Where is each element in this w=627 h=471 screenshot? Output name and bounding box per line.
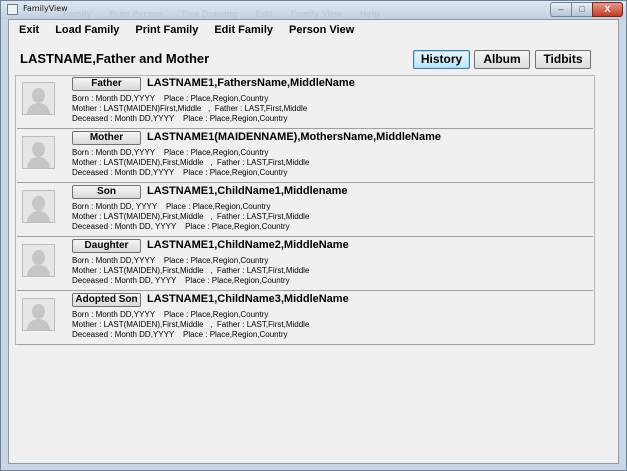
avatar-placeholder-icon[interactable]: [22, 190, 55, 223]
avatar-placeholder-icon[interactable]: [22, 298, 55, 331]
title-bar[interactable]: FamilyView Family Print Person Tree Draw…: [1, 1, 626, 19]
role-button-daughter[interactable]: Daughter: [72, 239, 141, 253]
role-button-mother[interactable]: Mother: [72, 131, 141, 145]
maximize-button[interactable]: □: [571, 2, 593, 17]
menu-person-view[interactable]: Person View: [281, 20, 362, 40]
minimize-button[interactable]: –: [550, 2, 572, 17]
ghost-menu-item: Family View: [290, 9, 342, 19]
born-info: Born : Month DD,YYYY Place : Place,Regio…: [72, 256, 269, 265]
ghost-menu-item: Edit: [255, 9, 273, 19]
person-row-daughter: Daughter LASTNAME1,ChildName2,MiddleName…: [17, 238, 593, 291]
born-info: Born : Month DD,YYYY Place : Place,Regio…: [72, 94, 269, 103]
person-row-son: Son LASTNAME1,ChildName1,Middlename Born…: [17, 184, 593, 237]
people-list: Father LASTNAME1,FathersName,MiddleName …: [15, 75, 595, 345]
person-row-mother: Mother LASTNAME1(MAIDENNAME),MothersName…: [17, 130, 593, 183]
album-button[interactable]: Album: [474, 50, 530, 69]
ghost-menu-item: Family: [63, 9, 92, 19]
menu-edit-family[interactable]: Edit Family: [206, 20, 281, 40]
client-area: Exit Load Family Print Family Edit Famil…: [8, 19, 619, 464]
family-title: LASTNAME,Father and Mother: [20, 51, 210, 66]
menu-load-family[interactable]: Load Family: [47, 20, 127, 40]
deceased-info: Deceased : Month DD, YYYY Place : Place,…: [72, 276, 290, 285]
born-info: Born : Month DD,YYYY Place : Place,Regio…: [72, 310, 269, 319]
role-button-son[interactable]: Son: [72, 185, 141, 199]
person-name: LASTNAME1,ChildName2,MiddleName: [147, 239, 349, 251]
person-row-father: Father LASTNAME1,FathersName,MiddleName …: [17, 76, 593, 129]
deceased-info: Deceased : Month DD,YYYY Place : Place,R…: [72, 330, 288, 339]
app-icon: [7, 4, 18, 15]
parents-info: Mother : LAST(MAIDEN),First,Middle , Fat…: [72, 212, 310, 221]
ghost-menu-item: Print Person: [109, 9, 164, 19]
avatar-placeholder-icon[interactable]: [22, 244, 55, 277]
app-window: FamilyView Family Print Person Tree Draw…: [0, 0, 627, 471]
menu-bar: Exit Load Family Print Family Edit Famil…: [9, 20, 362, 40]
person-name: LASTNAME1,FathersName,MiddleName: [147, 77, 355, 89]
close-button[interactable]: X: [592, 2, 623, 17]
history-button[interactable]: History: [413, 50, 470, 69]
person-name: LASTNAME1,ChildName1,Middlename: [147, 185, 348, 197]
avatar-placeholder-icon[interactable]: [22, 136, 55, 169]
window-title: FamilyView: [23, 4, 68, 13]
avatar-placeholder-icon[interactable]: [22, 82, 55, 115]
ghost-menu: Family Print Person Tree Drawing Edit Fa…: [63, 9, 379, 19]
menu-print-family[interactable]: Print Family: [127, 20, 206, 40]
born-info: Born : Month DD, YYYY Place : Place,Regi…: [72, 202, 271, 211]
deceased-info: Deceased : Month DD,YYYY Place : Place,R…: [72, 168, 288, 177]
person-row-adopted-son: Adopted Son LASTNAME1,ChildName3,MiddleN…: [17, 292, 593, 345]
parents-info: Mother : LAST(MAIDEN),First,Middle , Fat…: [72, 266, 310, 275]
ghost-menu-item: Help: [359, 9, 380, 19]
parents-info: Mother : LAST(MAIDEN),First,Middle , Fat…: [72, 320, 310, 329]
role-button-adopted-son[interactable]: Adopted Son: [72, 293, 141, 307]
deceased-info: Deceased : Month DD,YYYY Place : Place,R…: [72, 114, 288, 123]
born-info: Born : Month DD,YYYY Place : Place,Regio…: [72, 148, 269, 157]
ghost-menu-item: Tree Drawing: [181, 9, 238, 19]
deceased-info: Deceased : Month DD, YYYY Place : Place,…: [72, 222, 290, 231]
parents-info: Mother : LAST(MAIDEN),First,Middle , Fat…: [72, 158, 310, 167]
person-name: LASTNAME1(MAIDENNAME),MothersName,Middle…: [147, 131, 441, 143]
person-name: LASTNAME1,ChildName3,MiddleName: [147, 293, 349, 305]
tidbits-button[interactable]: Tidbits: [535, 50, 591, 69]
parents-info: Mother : LAST(MAIDEN)First,Middle , Fath…: [72, 104, 308, 113]
menu-exit[interactable]: Exit: [9, 20, 47, 40]
role-button-father[interactable]: Father: [72, 77, 141, 91]
